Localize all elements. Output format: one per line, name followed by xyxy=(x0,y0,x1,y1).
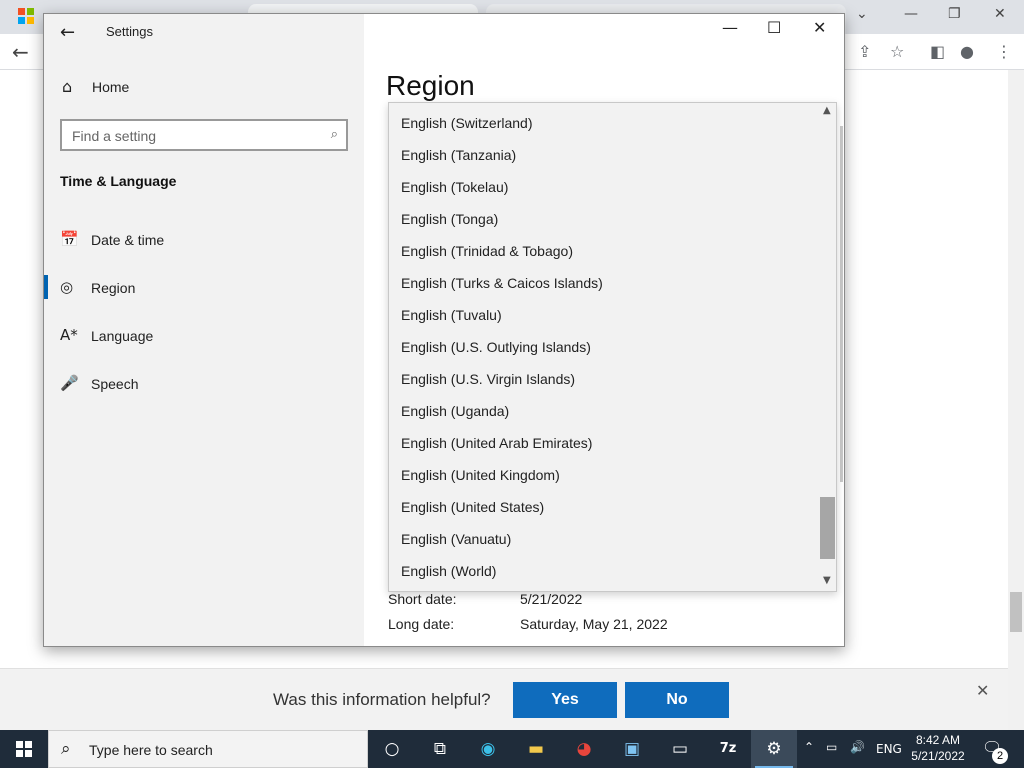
tab-list-icon[interactable]: ⌄ xyxy=(856,6,868,22)
share-icon[interactable]: ⇪ xyxy=(858,42,871,61)
network-icon[interactable]: ▭ xyxy=(826,740,837,768)
list-item[interactable]: English (Tonga) xyxy=(389,203,819,235)
search-placeholder: Find a setting xyxy=(72,128,157,144)
short-time-row-clipped xyxy=(388,641,688,646)
control-panel-icon[interactable]: ▣ xyxy=(609,730,655,768)
language-icon: A* xyxy=(60,326,78,344)
feedback-bar: Was this information helpful? Yes No ✕ xyxy=(0,668,1008,730)
list-item[interactable]: English (United Arab Emirates) xyxy=(389,427,819,459)
long-date-label: Long date: xyxy=(388,616,455,632)
browser-scrollbar-thumb[interactable] xyxy=(1010,592,1022,632)
close-icon[interactable]: ✕ xyxy=(976,681,989,700)
scroll-down-icon[interactable]: ▼ xyxy=(823,575,831,586)
globe-icon: ◎ xyxy=(60,278,74,296)
list-item[interactable]: English (U.S. Virgin Islands) xyxy=(389,363,819,395)
microphone-icon: 🎤 xyxy=(60,374,79,392)
sidebar-item-label: Date & time xyxy=(91,232,165,248)
calendar-clock-icon: 📅 xyxy=(60,230,79,248)
browser-close-icon[interactable]: ✕ xyxy=(994,6,1006,22)
home-icon: ⌂ xyxy=(62,77,73,96)
sidebar-item-label: Speech xyxy=(91,376,139,392)
long-date-row: Long date: Saturday, May 21, 2022 xyxy=(388,616,668,632)
selection-indicator xyxy=(44,275,48,299)
windows-logo-icon xyxy=(16,741,32,757)
search-icon: ⌕ xyxy=(330,127,338,142)
yes-button[interactable]: Yes xyxy=(513,682,617,718)
sidebar-item-speech[interactable]: 🎤 Speech xyxy=(44,365,364,403)
list-item[interactable]: English (U.S. Outlying Islands) xyxy=(389,331,819,363)
browser-minimize-icon[interactable]: — xyxy=(904,6,918,22)
chrome-icon[interactable]: ◕ xyxy=(561,730,607,768)
taskbar-search-placeholder: Type here to search xyxy=(89,742,213,758)
section-title: Time & Language xyxy=(60,173,177,189)
feedback-question: Was this information helpful? xyxy=(273,690,491,709)
browser-back-icon[interactable]: ← xyxy=(12,40,29,64)
no-button[interactable]: No xyxy=(625,682,729,718)
maximize-icon[interactable]: ☐ xyxy=(767,18,781,37)
settings-icon[interactable]: ⚙ xyxy=(751,730,797,768)
list-item[interactable]: English (Switzerland) xyxy=(389,107,819,139)
list-item[interactable]: English (Tuvalu) xyxy=(389,299,819,331)
7zip-icon[interactable]: 7z xyxy=(705,730,751,768)
list-item[interactable]: English (United Kingdom) xyxy=(389,459,819,491)
sidebar-item-label: Language xyxy=(91,328,154,344)
short-date-label: Short date: xyxy=(388,591,457,607)
terminal-icon[interactable]: ▭ xyxy=(657,730,703,768)
list-item[interactable]: English (Tokelau) xyxy=(389,171,819,203)
list-item[interactable]: English (Uganda) xyxy=(389,395,819,427)
settings-window: ← Settings ⌂ Home Find a setting ⌕ Time … xyxy=(43,13,845,647)
bookmark-star-icon[interactable]: ☆ xyxy=(890,42,904,61)
home-nav-item[interactable]: ⌂ Home xyxy=(44,72,364,104)
dropdown-scrollbar-thumb[interactable] xyxy=(820,497,835,559)
start-button[interactable] xyxy=(0,730,48,768)
short-date-row: Short date: 5/21/2022 xyxy=(388,591,582,607)
microsoft-logo-icon xyxy=(18,8,34,24)
short-date-value: 5/21/2022 xyxy=(520,591,583,607)
sidebar-item-date-time[interactable]: 📅 Date & time xyxy=(44,221,364,259)
sidebar-item-region[interactable]: ◎ Region xyxy=(44,269,364,307)
show-hidden-icons-icon[interactable]: ⌃ xyxy=(804,740,814,768)
list-item[interactable]: English (Vanuatu) xyxy=(389,523,819,555)
settings-sidebar: ← Settings ⌂ Home Find a setting ⌕ Time … xyxy=(44,14,364,646)
browser-menu-icon[interactable]: ⋮ xyxy=(996,42,1012,61)
long-date-value: Saturday, May 21, 2022 xyxy=(520,616,668,632)
language-indicator[interactable]: ENG xyxy=(876,742,902,768)
task-view-icon[interactable]: ⧉ xyxy=(417,730,463,768)
search-icon: ⌕ xyxy=(61,739,71,759)
back-arrow-icon[interactable]: ← xyxy=(60,22,75,43)
close-window-icon[interactable]: ✕ xyxy=(813,18,826,37)
cortana-icon[interactable]: ○ xyxy=(369,730,415,768)
region-dropdown-list[interactable]: English (Switzerland) English (Tanzania)… xyxy=(388,102,837,592)
list-item[interactable]: English (Tanzania) xyxy=(389,139,819,171)
list-item[interactable]: English (United States) xyxy=(389,491,819,523)
taskbar: ⌕ Type here to search ○ ⧉ ◉ ▬ ◕ ▣ ▭ 7z ⚙… xyxy=(0,730,1024,768)
file-explorer-icon[interactable]: ▬ xyxy=(513,730,559,768)
list-item[interactable]: English (Turks & Caicos Islands) xyxy=(389,267,819,299)
notification-count-badge: 2 xyxy=(992,748,1008,764)
page-title: Region xyxy=(386,70,475,101)
window-title: Settings xyxy=(106,24,153,39)
taskbar-search-input[interactable]: ⌕ Type here to search xyxy=(48,730,368,768)
minimize-icon[interactable]: — xyxy=(722,18,738,37)
list-item[interactable]: English (World) xyxy=(389,555,819,587)
browser-restore-icon[interactable]: ❐ xyxy=(948,6,961,22)
edge-icon[interactable]: ◉ xyxy=(465,730,511,768)
sidebar-item-label: Region xyxy=(91,280,136,296)
page-scrollbar[interactable] xyxy=(840,126,843,482)
home-label: Home xyxy=(92,79,130,95)
profile-icon[interactable]: ● xyxy=(960,42,974,61)
side-panel-icon[interactable]: ◧ xyxy=(930,42,945,61)
list-item[interactable]: English (Trinidad & Tobago) xyxy=(389,235,819,267)
volume-icon[interactable]: 🔊 xyxy=(850,740,865,768)
clock-time: 8:42 AM xyxy=(915,733,961,747)
clock[interactable]: 8:42 AM 5/21/2022 xyxy=(908,732,968,764)
scroll-up-icon[interactable]: ▲ xyxy=(823,105,831,116)
clock-date: 5/21/2022 xyxy=(911,749,965,763)
find-setting-input[interactable]: Find a setting ⌕ xyxy=(60,119,348,151)
sidebar-item-language[interactable]: A* Language xyxy=(44,317,364,355)
